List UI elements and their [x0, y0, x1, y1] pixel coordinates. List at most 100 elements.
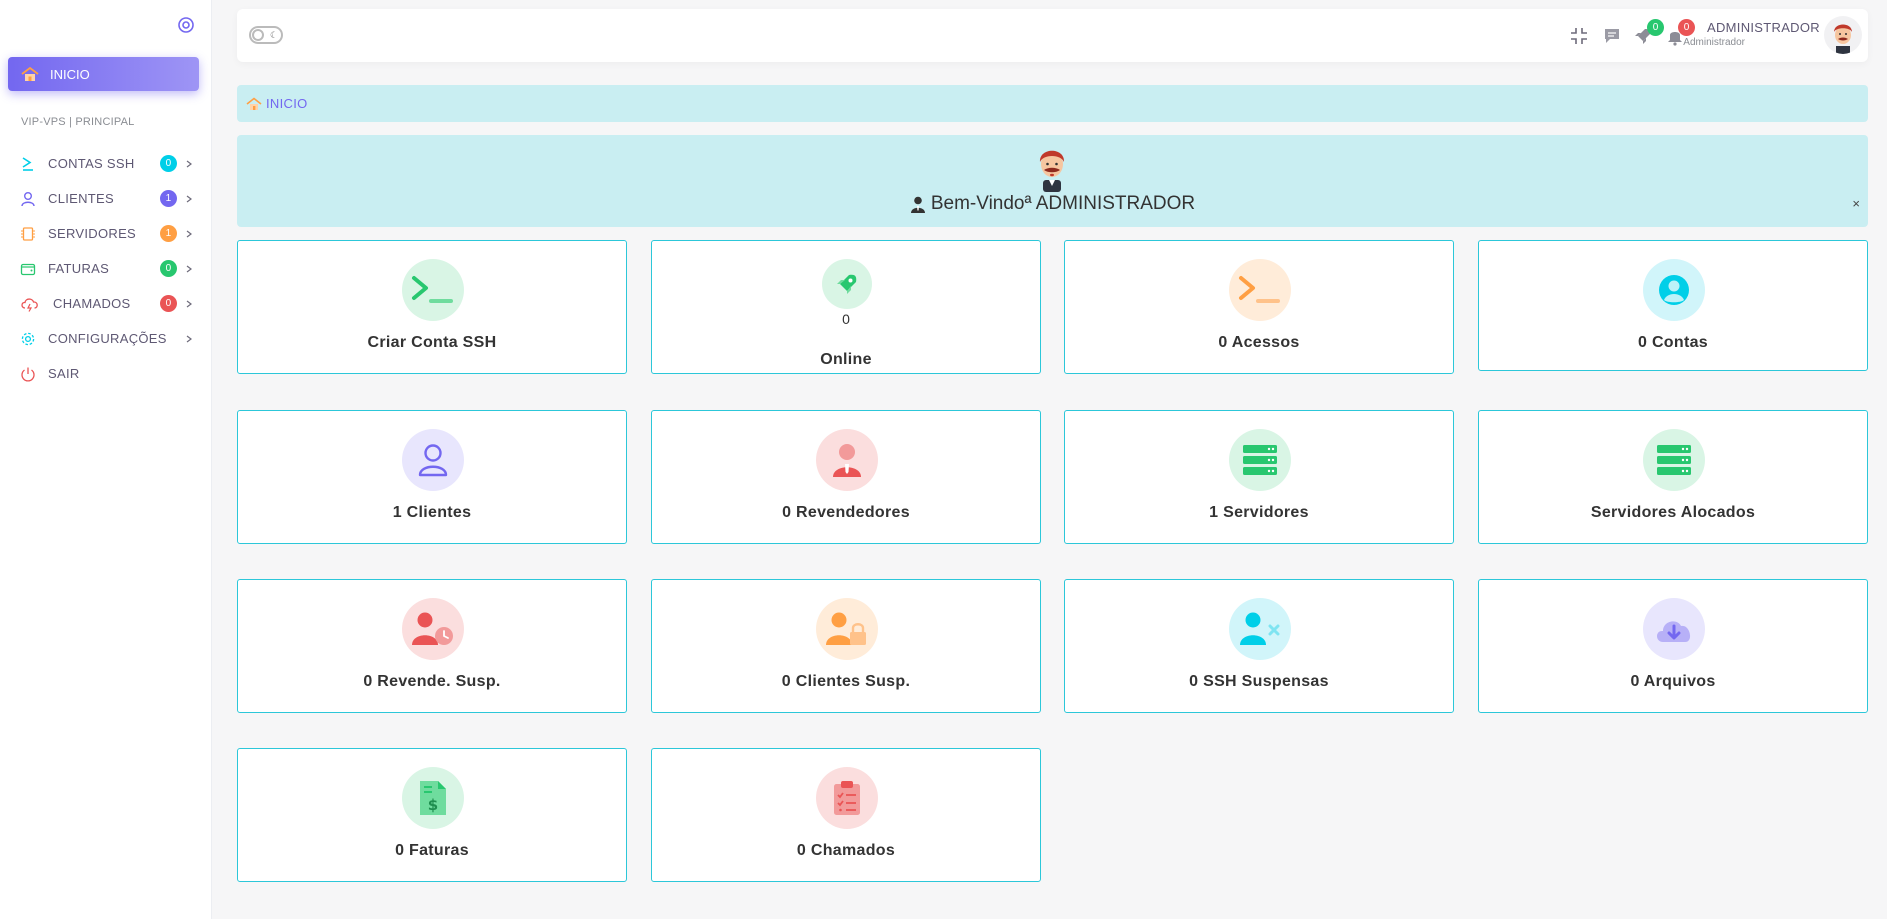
- online-count: 0: [842, 311, 850, 327]
- avatar-face-icon: [1834, 24, 1852, 54]
- close-button[interactable]: ×: [1852, 196, 1860, 211]
- rocket-icon: [822, 259, 872, 309]
- sidebar-item-label: CHAMADOS: [53, 296, 131, 311]
- sidebar-item-label: CONFIGURAÇÕES: [48, 331, 167, 346]
- card-label: 0 Chamados: [796, 842, 896, 859]
- sidebar-item-label: FATURAS: [48, 261, 110, 276]
- sidebar-item-faturas[interactable]: FATURAS 0: [0, 251, 212, 286]
- avatar[interactable]: [1824, 16, 1862, 54]
- wallet-icon: [19, 260, 37, 278]
- sidebar-nav: CONTAS SSH 0 CLIENTES 1 SERVIDORES 1 FAT…: [0, 146, 212, 391]
- card-label: 1 Clientes: [392, 504, 472, 521]
- card-clientes-susp[interactable]: 0 Clientes Susp.: [651, 579, 1041, 713]
- terminal-icon: [402, 259, 464, 321]
- user-icon: [402, 429, 464, 491]
- collapse-sidebar-icon[interactable]: [177, 16, 195, 34]
- server-icon: [1643, 429, 1705, 491]
- home-icon: [21, 66, 39, 81]
- card-servidores-alocados[interactable]: Servidores Alocados: [1478, 410, 1868, 544]
- count-badge: 0: [160, 260, 177, 277]
- sidebar-item-label: CONTAS SSH: [48, 156, 135, 171]
- breadcrumb: INICIO: [237, 85, 1868, 122]
- card-label: 0 Arquivos: [1630, 673, 1716, 690]
- chevron-right-icon: [186, 335, 192, 342]
- server-icon: [1229, 429, 1291, 491]
- card-clientes[interactable]: 1 Clientes: [237, 410, 627, 544]
- home-icon: [246, 96, 262, 110]
- count-badge: 1: [160, 225, 177, 242]
- card-contas[interactable]: 0 Contas: [1478, 240, 1868, 371]
- moon-icon: ☾: [270, 30, 279, 40]
- sidebar-section-label: VIP-VPS | PRINCIPAL: [21, 116, 135, 128]
- card-label: 0 Revendedores: [782, 504, 910, 521]
- top-navbar: ☾ 0 0 ADMINISTRADOR Administrador: [237, 9, 1868, 62]
- chevron-right-icon: [186, 230, 192, 237]
- card-revendedores[interactable]: 0 Revendedores: [651, 410, 1041, 544]
- card-arquivos[interactable]: 0 Arquivos: [1478, 579, 1868, 713]
- sidebar-item-label: SAIR: [48, 366, 80, 381]
- card-acessos[interactable]: 0 Acessos: [1064, 240, 1454, 374]
- welcome-alert: Bem-Vindoª ADMINISTRADOR ×: [237, 135, 1868, 227]
- card-label: Online: [820, 351, 872, 368]
- cpu-icon: [19, 225, 37, 243]
- sidebar-item-contas-ssh[interactable]: CONTAS SSH 0: [0, 146, 212, 181]
- settings-icon: [19, 330, 37, 348]
- power-icon: [19, 365, 37, 383]
- user-icon: [19, 190, 37, 208]
- count-badge: 1: [160, 190, 177, 207]
- sidebar-item-label: INICIO: [50, 66, 90, 82]
- user-clock-icon: [402, 598, 464, 660]
- card-ssh-suspensas[interactable]: 0 SSH Suspensas: [1064, 579, 1454, 713]
- card-online[interactable]: 0 Online: [651, 240, 1041, 374]
- sidebar-item-sair[interactable]: SAIR: [0, 356, 212, 391]
- sidebar-item-clientes[interactable]: CLIENTES 1: [0, 181, 212, 216]
- admin-avatar-icon: [1039, 150, 1065, 192]
- card-label: 0 Acessos: [1218, 334, 1300, 351]
- user-lock-icon: [816, 598, 878, 660]
- sidebar-item-label: CLIENTES: [48, 191, 114, 206]
- sidebar: INICIO VIP-VPS | PRINCIPAL CONTAS SSH 0 …: [0, 0, 212, 919]
- sidebar-item-chamados[interactable]: CHAMADOS 0: [0, 286, 212, 321]
- card-label: Servidores Alocados: [1590, 504, 1756, 521]
- notification-badge: 0: [1678, 19, 1695, 36]
- sidebar-item-servidores[interactable]: SERVIDORES 1: [0, 216, 212, 251]
- chevron-right-icon: [186, 195, 192, 202]
- count-badge: 0: [160, 155, 177, 172]
- welcome-message: Bem-Vindoª ADMINISTRADOR: [237, 193, 1868, 215]
- card-label: 0 Clientes Susp.: [781, 673, 911, 690]
- user-name[interactable]: ADMINISTRADOR: [1707, 20, 1820, 35]
- card-criar-conta-ssh[interactable]: Criar Conta SSH: [237, 240, 627, 374]
- sidebar-item-label: SERVIDORES: [48, 226, 137, 241]
- card-servidores[interactable]: 1 Servidores: [1064, 410, 1454, 544]
- fullscreen-exit-icon[interactable]: [1569, 26, 1589, 46]
- breadcrumb-link[interactable]: INICIO: [266, 96, 308, 111]
- card-chamados[interactable]: 0 Chamados: [651, 748, 1041, 882]
- message-icon[interactable]: [1602, 26, 1622, 46]
- card-faturas[interactable]: $ 0 Faturas: [237, 748, 627, 882]
- terminal-icon: [1229, 259, 1291, 321]
- svg-text:$: $: [428, 796, 438, 814]
- count-badge: 0: [160, 295, 177, 312]
- sidebar-item-configuracoes[interactable]: CONFIGURAÇÕES: [0, 321, 212, 356]
- card-label: 1 Servidores: [1209, 504, 1309, 521]
- toggle-knob: [252, 29, 264, 41]
- terminal-icon: [19, 155, 37, 173]
- user-role: Administrador: [1683, 37, 1745, 48]
- user-times-icon: [1229, 598, 1291, 660]
- sidebar-item-inicio[interactable]: INICIO: [8, 57, 199, 91]
- chevron-right-icon: [186, 300, 192, 307]
- theme-toggle[interactable]: ☾: [249, 26, 283, 44]
- card-label: 0 Faturas: [395, 842, 469, 859]
- user-tie-icon: [816, 429, 878, 491]
- cloud-lightning-icon: [19, 295, 41, 313]
- user-tie-icon: [910, 196, 925, 213]
- cloud-download-icon: [1643, 598, 1705, 660]
- card-label: 0 Contas: [1638, 334, 1708, 351]
- card-label: Criar Conta SSH: [367, 334, 497, 351]
- welcome-text: Bem-Vindoª ADMINISTRADOR: [930, 193, 1196, 214]
- chevron-right-icon: [186, 265, 192, 272]
- card-label: 0 SSH Suspensas: [1189, 673, 1329, 690]
- user-circle-icon: [1643, 259, 1705, 321]
- rocket-badge: 0: [1647, 19, 1664, 36]
- card-revende-susp[interactable]: 0 Revende. Susp.: [237, 579, 627, 713]
